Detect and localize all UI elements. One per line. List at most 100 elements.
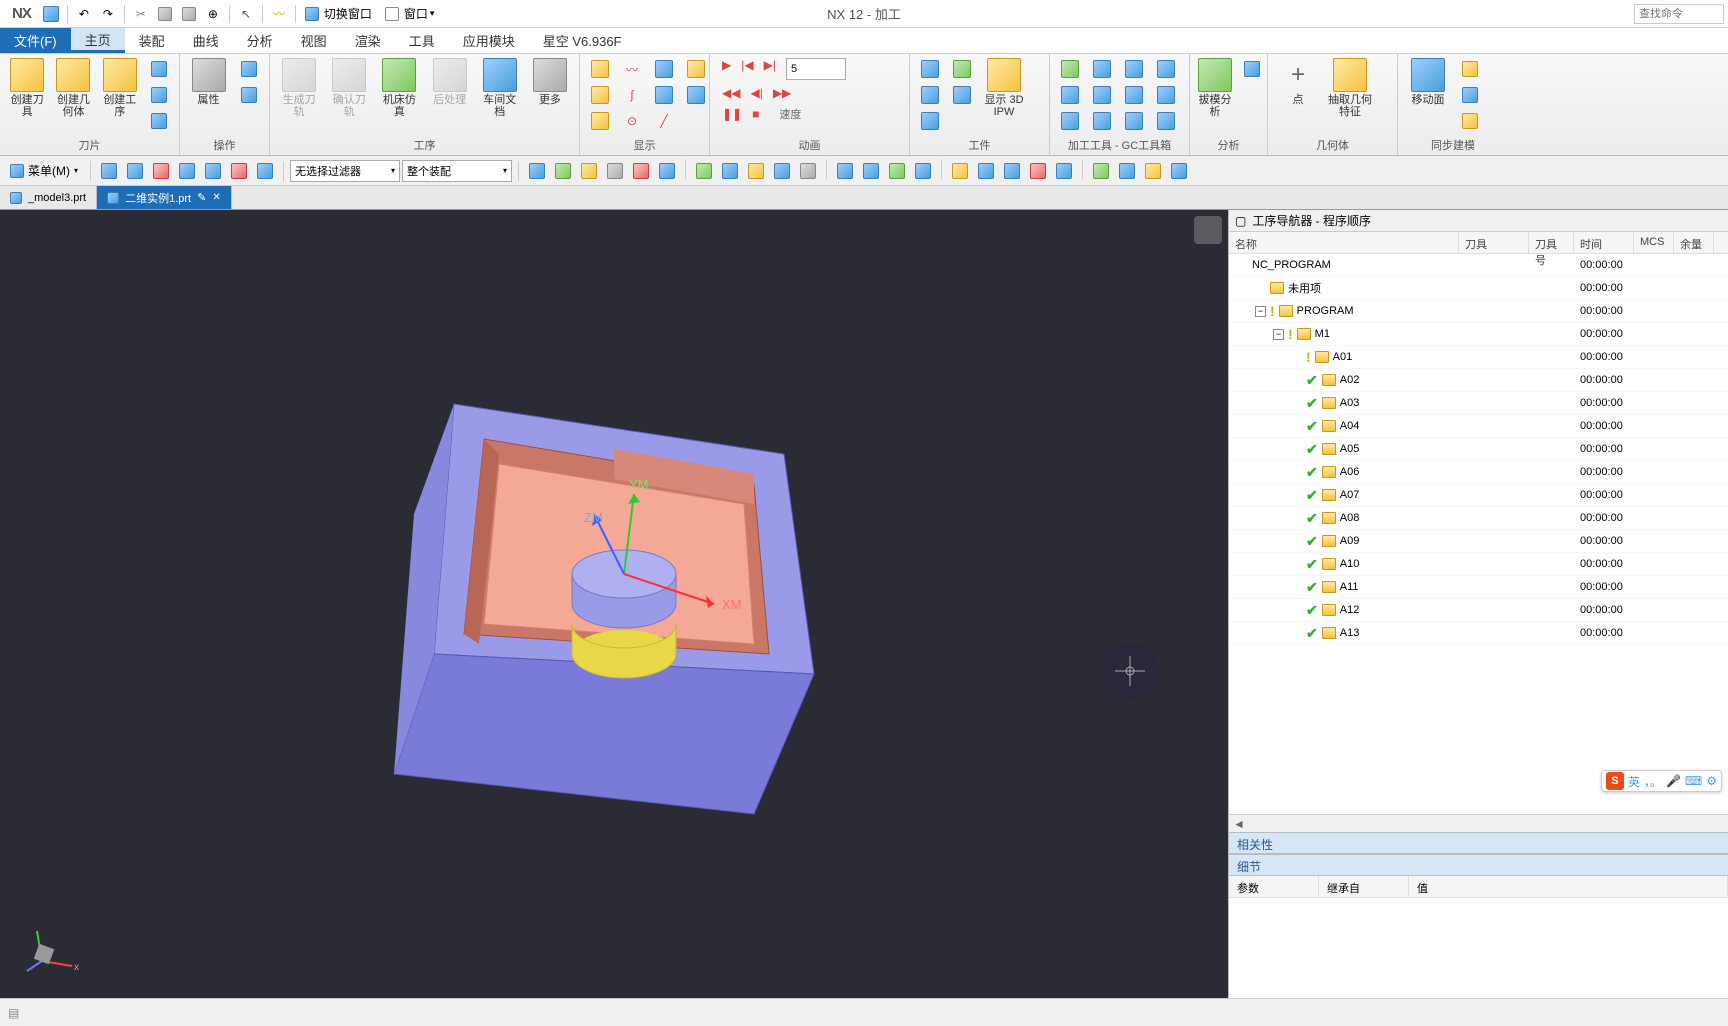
gc-btn-2[interactable] xyxy=(1056,82,1084,108)
verify-toolpath-button[interactable]: 确认刀轨 xyxy=(326,56,372,120)
file-menu[interactable]: 文件(F) xyxy=(0,28,71,53)
ribbon-tab-5[interactable]: 渲染 xyxy=(341,28,395,53)
tree-row[interactable]: ✔A0200:00:00 xyxy=(1229,369,1728,392)
window-label[interactable]: 窗口 xyxy=(404,5,428,22)
menu-dropdown[interactable]: 菜单(M)▾ xyxy=(4,159,84,183)
step-fwd-icon[interactable]: ▶| xyxy=(764,58,776,80)
viewport-cube-icon[interactable] xyxy=(1194,216,1222,244)
ime-settings-icon[interactable]: ⚙ xyxy=(1706,774,1717,788)
display-btn-2[interactable] xyxy=(586,82,614,108)
ribbon-tab-8[interactable]: 星空 V6.936F xyxy=(529,28,636,53)
selection-tool-6[interactable] xyxy=(692,159,716,183)
gc-btn-9[interactable] xyxy=(1120,108,1148,134)
close-tab-icon[interactable]: ✕ xyxy=(212,192,220,203)
tree-row[interactable]: ✔A1000:00:00 xyxy=(1229,553,1728,576)
selection-tool-15[interactable] xyxy=(948,159,972,183)
selection-tool-1[interactable] xyxy=(551,159,575,183)
tree-row[interactable]: NC_PROGRAM00:00:00 xyxy=(1229,254,1728,277)
details-section-header[interactable]: 细节 xyxy=(1229,854,1728,876)
assembly-combo[interactable]: 整个装配▾ xyxy=(402,160,512,182)
pause-icon[interactable]: ❚❚ xyxy=(722,107,742,121)
view-compass-icon[interactable] xyxy=(1102,643,1158,699)
ribbon-small-4[interactable] xyxy=(235,56,263,82)
tree-expander[interactable]: − xyxy=(1273,329,1284,340)
document-tab[interactable]: _model3.prt xyxy=(0,186,97,209)
sync-btn-3[interactable] xyxy=(1456,108,1484,134)
ribbon-tab-0[interactable]: 主页 xyxy=(71,28,125,53)
display-btn-6[interactable]: ⊙ xyxy=(618,108,646,134)
tree-row[interactable]: ✔A0700:00:00 xyxy=(1229,484,1728,507)
gc-btn-8[interactable] xyxy=(1120,82,1148,108)
gc-btn-10[interactable] xyxy=(1152,56,1180,82)
display-btn-5[interactable]: ∫ xyxy=(618,82,646,108)
selection-tool-5[interactable] xyxy=(655,159,679,183)
display-btn-3[interactable] xyxy=(586,108,614,134)
ime-toolbar[interactable]: S 英 ，。 🎤 ⌨ ⚙ xyxy=(1601,770,1722,792)
selection-tool-18[interactable] xyxy=(1026,159,1050,183)
sync-btn-2[interactable] xyxy=(1456,82,1484,108)
tree-row[interactable]: ✔A0300:00:00 xyxy=(1229,392,1728,415)
tb2-btn-2[interactable] xyxy=(123,159,147,183)
select-button[interactable]: ↖ xyxy=(235,3,257,25)
gc-btn-12[interactable] xyxy=(1152,108,1180,134)
play-icon[interactable]: ▶ xyxy=(722,58,731,80)
tree-h-scrollbar[interactable]: ◄ xyxy=(1229,814,1728,832)
work-btn-4[interactable] xyxy=(948,56,976,82)
generate-toolpath-button[interactable]: 生成刀轨 xyxy=(276,56,322,120)
extract-geom-button[interactable]: 抽取几何特征 xyxy=(1326,56,1374,120)
ribbon-tab-1[interactable]: 装配 xyxy=(125,28,179,53)
gc-btn-5[interactable] xyxy=(1088,82,1116,108)
gc-btn-1[interactable] xyxy=(1056,56,1084,82)
tree-row[interactable]: ✔A0500:00:00 xyxy=(1229,438,1728,461)
filter-combo[interactable]: 无选择过滤器▾ xyxy=(290,160,400,182)
ime-punct[interactable]: ，。 xyxy=(1644,773,1662,790)
sync-btn-1[interactable] xyxy=(1456,56,1484,82)
ime-keyboard-icon[interactable]: ⌨ xyxy=(1685,774,1702,788)
rewind-icon[interactable]: ◀◀ xyxy=(722,86,740,100)
tb2-btn-4[interactable] xyxy=(175,159,199,183)
postprocess-button[interactable]: 后处理 xyxy=(427,56,473,108)
tb2-btn-6[interactable] xyxy=(227,159,251,183)
speed-input[interactable] xyxy=(786,58,846,80)
selection-tool-17[interactable] xyxy=(1000,159,1024,183)
more-button[interactable]: 更多 xyxy=(527,56,573,108)
selection-tool-8[interactable] xyxy=(744,159,768,183)
stop-icon[interactable]: ■ xyxy=(752,107,759,121)
ribbon-small-1[interactable] xyxy=(145,56,173,82)
gc-btn-3[interactable] xyxy=(1056,108,1084,134)
display-btn-8[interactable] xyxy=(650,82,678,108)
ribbon-small-2[interactable] xyxy=(145,82,173,108)
ime-mic-icon[interactable]: 🎤 xyxy=(1666,774,1681,788)
selection-tool-13[interactable] xyxy=(885,159,909,183)
tb2-btn-7[interactable] xyxy=(253,159,277,183)
selection-tool-16[interactable] xyxy=(974,159,998,183)
tree-row[interactable]: ✔A0900:00:00 xyxy=(1229,530,1728,553)
selection-tool-19[interactable] xyxy=(1052,159,1076,183)
create-geometry-button[interactable]: 创建几何体 xyxy=(52,56,94,120)
tree-row[interactable]: ✔A0400:00:00 xyxy=(1229,415,1728,438)
ribbon-small-5[interactable] xyxy=(235,82,263,108)
display-btn-7[interactable] xyxy=(650,56,678,82)
switch-window-icon[interactable] xyxy=(301,3,323,25)
selection-tool-0[interactable] xyxy=(525,159,549,183)
selection-tool-22[interactable] xyxy=(1141,159,1165,183)
tree-row[interactable]: ✔A1200:00:00 xyxy=(1229,599,1728,622)
ribbon-tab-2[interactable]: 曲线 xyxy=(179,28,233,53)
tree-row[interactable]: −!PROGRAM00:00:00 xyxy=(1229,300,1728,323)
display-btn-1[interactable] xyxy=(586,56,614,82)
ime-lang[interactable]: 英 xyxy=(1628,773,1640,790)
ribbon-tab-4[interactable]: 视图 xyxy=(287,28,341,53)
gc-btn-7[interactable] xyxy=(1120,56,1148,82)
ribbon-tab-7[interactable]: 应用模块 xyxy=(449,28,529,53)
tree-row[interactable]: !A0100:00:00 xyxy=(1229,346,1728,369)
selection-tool-4[interactable] xyxy=(629,159,653,183)
ffwd-icon[interactable]: ▶▶ xyxy=(773,86,791,100)
work-btn-1[interactable] xyxy=(916,56,944,82)
ribbon-small-3[interactable] xyxy=(145,108,173,134)
related-section-header[interactable]: 相关性 xyxy=(1229,832,1728,854)
selection-tool-23[interactable] xyxy=(1167,159,1191,183)
tree-row[interactable]: ✔A1100:00:00 xyxy=(1229,576,1728,599)
selection-tool-12[interactable] xyxy=(859,159,883,183)
analysis-btn-1[interactable] xyxy=(1238,56,1266,82)
work-btn-2[interactable] xyxy=(916,82,944,108)
